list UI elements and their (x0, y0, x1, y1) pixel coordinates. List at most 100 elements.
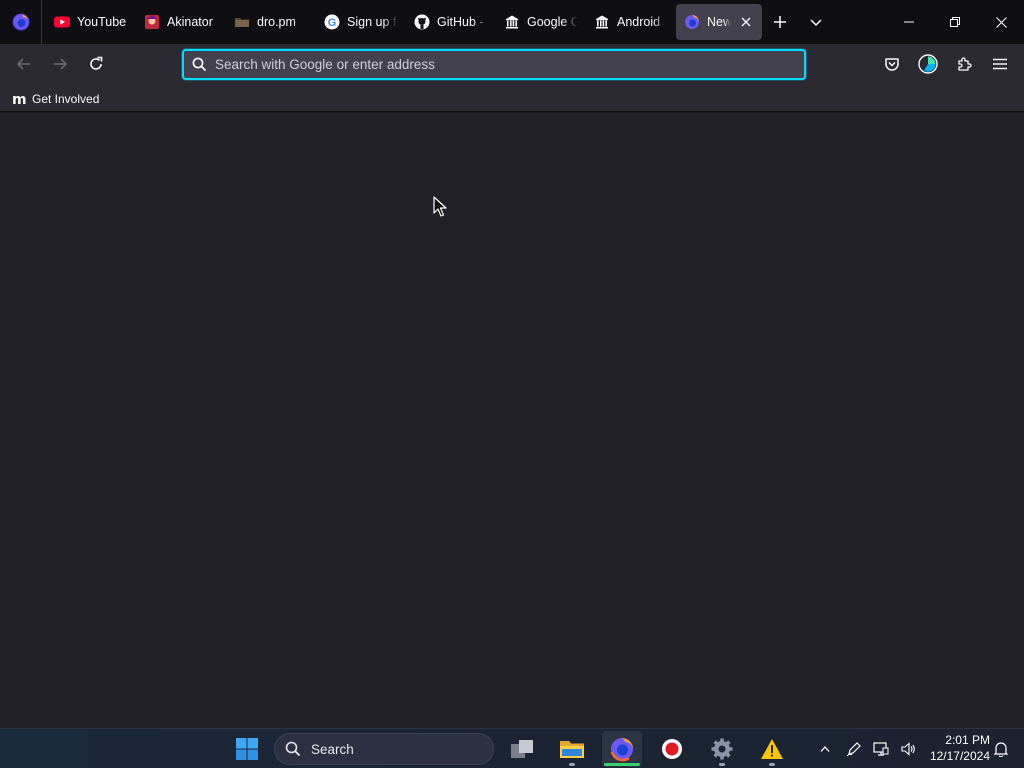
bookmarks-toolbar: m Get Involved (0, 86, 1024, 112)
restore-button[interactable] (932, 0, 978, 44)
reload-icon (90, 56, 103, 70)
clock-time: 2:01 PM (945, 733, 990, 747)
close-tab-icon[interactable] (738, 14, 754, 30)
firefox-icon (684, 14, 700, 30)
screen-recorder-button[interactable] (652, 731, 692, 767)
task-view-button[interactable] (502, 731, 542, 767)
close-icon (995, 16, 1007, 28)
tab-label: New Tab (707, 15, 731, 29)
taskbar: Search 2:01 PM 12/17/2024 (0, 728, 1024, 768)
account-icon (918, 54, 938, 74)
running-indicator (719, 763, 725, 766)
chevron-down-icon (810, 19, 822, 27)
clock[interactable]: 2:01 PM 12/17/2024 (930, 732, 990, 764)
folder-icon (560, 741, 584, 758)
volume-button[interactable] (897, 729, 919, 768)
tab-label: Sign up for (347, 15, 398, 29)
tab-youtube[interactable]: YouTube (46, 4, 136, 40)
library-icon (594, 14, 610, 30)
record-icon (662, 739, 682, 759)
tab-list: YouTube Akinator dro.pm G Sign up for Gi… (42, 0, 834, 44)
window-controls (886, 0, 1024, 44)
svg-text:m: m (12, 93, 27, 105)
search-icon (192, 57, 207, 72)
akinator-icon (144, 14, 160, 30)
plus-icon (774, 16, 786, 28)
tab-google-cloud[interactable]: Google Cl (496, 4, 586, 40)
start-button[interactable] (227, 731, 267, 767)
minimize-icon (904, 21, 914, 23)
bell-icon (993, 742, 1009, 757)
pen-menu-button[interactable] (843, 729, 865, 768)
mouse-cursor-icon (433, 196, 447, 217)
show-hidden-icons-button[interactable] (816, 729, 834, 768)
settings-button[interactable] (702, 731, 742, 767)
google-icon: G (324, 14, 340, 30)
chevron-up-icon (820, 746, 830, 752)
tab-github[interactable]: GitHub - (406, 4, 496, 40)
notifications-button[interactable] (990, 729, 1012, 768)
arrow-right-icon (54, 58, 68, 70)
folder-icon (234, 14, 250, 30)
minimize-button[interactable] (886, 0, 932, 44)
tab-akinator[interactable]: Akinator (136, 4, 226, 40)
svg-text:G: G (328, 17, 337, 29)
extensions-button[interactable] (948, 48, 980, 80)
app-menu-button[interactable] (984, 48, 1016, 80)
puzzle-icon (958, 57, 972, 71)
running-indicator (769, 763, 775, 766)
task-view-icon (511, 740, 533, 758)
tab-label: dro.pm (257, 15, 296, 29)
tab-dro-pm[interactable]: dro.pm (226, 4, 316, 40)
file-explorer-button[interactable] (552, 731, 592, 767)
clock-date: 12/17/2024 (929, 749, 990, 763)
network-icon (873, 742, 889, 756)
pocket-button[interactable] (876, 48, 908, 80)
tab-label: Akinator (167, 15, 213, 29)
address-bar[interactable] (182, 49, 806, 80)
tab-label: Google Cl (527, 15, 578, 29)
tab-google-signup[interactable]: G Sign up for (316, 4, 406, 40)
warning-icon (761, 739, 783, 759)
firefox-view-button[interactable] (0, 0, 42, 44)
mozilla-m-icon: m (12, 93, 27, 105)
bookmark-get-involved[interactable]: m Get Involved (12, 92, 99, 106)
list-all-tabs-button[interactable] (798, 4, 834, 40)
navigation-toolbar (0, 44, 1024, 86)
firefox-icon (12, 13, 29, 31)
firefox-icon (610, 738, 633, 762)
hamburger-menu-icon (993, 58, 1007, 70)
speaker-icon (901, 742, 915, 756)
arrow-left-icon (16, 58, 30, 70)
tab-strip: YouTube Akinator dro.pm G Sign up for Gi… (0, 0, 1024, 44)
taskbar-search-label: Search (311, 741, 354, 757)
library-icon (504, 14, 520, 30)
forward-button[interactable] (44, 48, 76, 80)
page-content[interactable] (0, 113, 1024, 728)
back-button[interactable] (8, 48, 40, 80)
pocket-icon (885, 58, 899, 71)
new-tab-button[interactable] (762, 4, 798, 40)
active-indicator (604, 763, 640, 766)
tab-android[interactable]: Android (586, 4, 676, 40)
reload-button[interactable] (80, 48, 112, 80)
bookmark-label: Get Involved (32, 91, 100, 106)
tab-new-tab[interactable]: New Tab (676, 4, 762, 40)
firefox-taskbar-button[interactable] (602, 731, 642, 767)
pen-icon (846, 742, 861, 757)
restore-icon (950, 17, 960, 27)
gear-icon (711, 738, 733, 760)
warning-app-button[interactable] (752, 731, 792, 767)
windows-logo-icon (236, 738, 258, 760)
youtube-icon (54, 14, 70, 30)
github-icon (414, 14, 430, 30)
network-button[interactable] (870, 729, 892, 768)
taskbar-search[interactable]: Search (274, 733, 494, 765)
close-window-button[interactable] (978, 0, 1024, 44)
search-icon (285, 741, 301, 757)
tab-label: Android (617, 15, 661, 29)
address-input[interactable] (215, 57, 804, 72)
account-button[interactable] (912, 48, 944, 80)
tab-label: YouTube (77, 15, 127, 29)
tab-label: GitHub - (437, 15, 484, 29)
